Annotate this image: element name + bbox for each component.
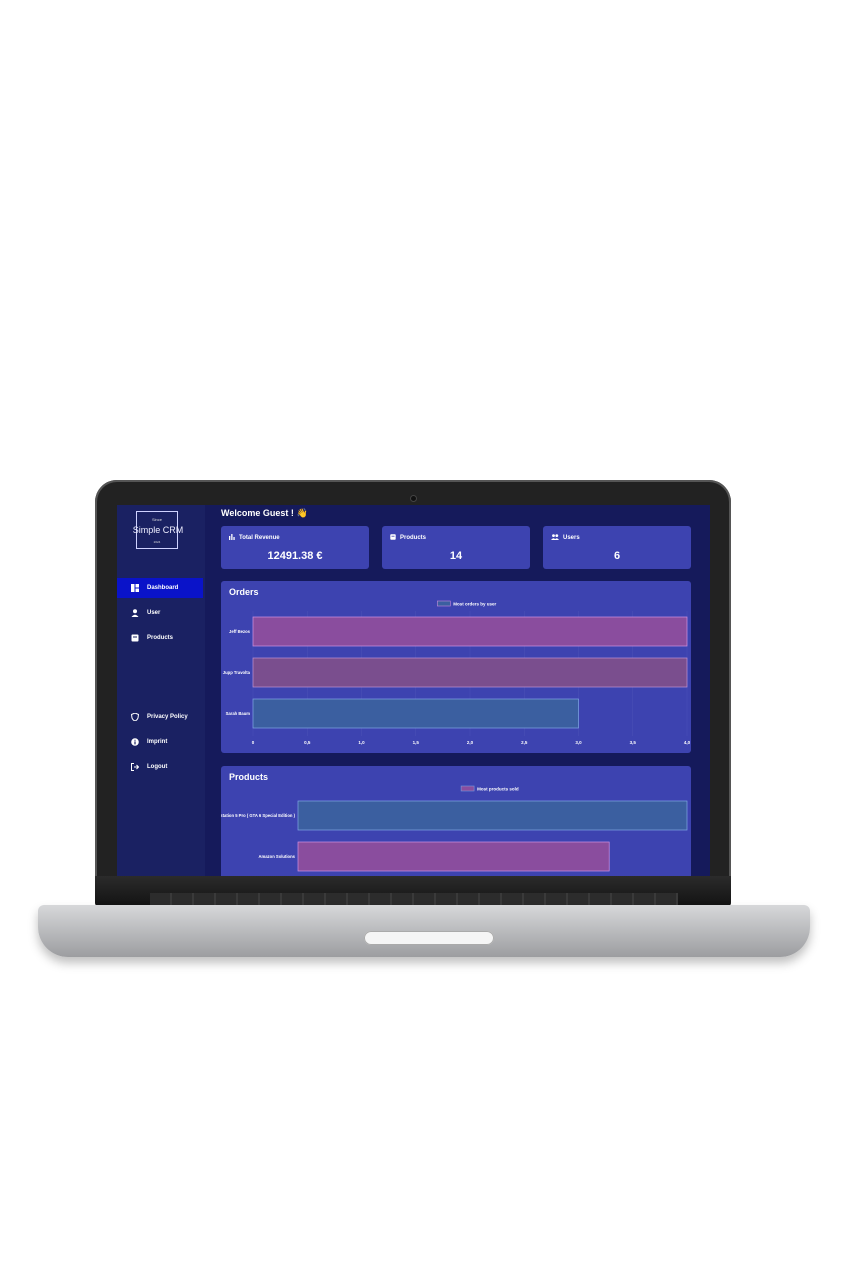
sidebar: Since Simple CRM 2024 Dashboard User Pro…: [117, 505, 205, 877]
logout-icon: [131, 763, 139, 771]
logo-title: Simple CRM: [132, 525, 184, 535]
camera: [411, 496, 416, 501]
group-icon: [551, 534, 559, 542]
products-chart: Most products sold Playstation 5 Pro ( GT…: [221, 785, 688, 872]
x-tick-label: 2,0: [467, 740, 474, 745]
info-icon: [131, 738, 139, 746]
sidebar-item-label: Imprint: [147, 739, 168, 745]
legend-swatch: [460, 785, 475, 792]
app-logo: Since Simple CRM 2024: [133, 511, 183, 549]
sidebar-item-imprint[interactable]: Imprint: [117, 732, 203, 752]
logo-since: Since: [151, 517, 162, 522]
sidebar-item-logout[interactable]: Logout: [117, 757, 203, 777]
bar: [252, 657, 688, 688]
y-category-label: Playstation 5 Pro ( GTA 6 Special Editio…: [221, 813, 296, 818]
y-category-label: Jeff Bezos: [229, 629, 251, 634]
orders-panel: Orders Most orders by user 0 0,5 1,0 1,5 2,0 2…: [221, 581, 691, 753]
bar: [252, 698, 579, 729]
bar: [297, 841, 610, 872]
legend-label: Most products sold: [477, 787, 519, 792]
y-category-label: Amazon Solutions: [258, 854, 295, 859]
sidebar-item-label: Products: [147, 635, 174, 641]
stat-card-products: Products 14: [382, 526, 530, 569]
welcome-heading: Welcome Guest ! 👋: [221, 508, 308, 519]
screen: Since Simple CRM 2024 Dashboard User Pro…: [117, 505, 710, 877]
dashboard-icon: [131, 584, 139, 592]
x-tick-label: 3,0: [575, 740, 582, 745]
x-tick-label: 0: [252, 740, 255, 745]
stat-card-total-revenue: Total Revenue 12491.38 €: [221, 526, 369, 569]
y-category-label: Sarah Baum: [226, 711, 251, 716]
products-panel: Products Most products soldPlaystation 5…: [221, 766, 691, 877]
x-tick-label: 3,5: [630, 740, 637, 745]
bar-chart-icon: [229, 534, 235, 542]
bar: [252, 616, 688, 647]
stat-label: Users: [563, 535, 580, 541]
stat-value: 14: [449, 550, 463, 562]
sidebar-item-label: Logout: [147, 764, 168, 770]
bar: [297, 800, 688, 831]
x-tick-label: 2,5: [521, 740, 528, 745]
x-tick-label: 1,5: [413, 740, 420, 745]
laptop-lid: Since Simple CRM 2024 Dashboard User Pro…: [95, 480, 731, 908]
x-tick-label: 4,0: [684, 740, 691, 745]
stat-value: 12491.38 €: [267, 550, 323, 562]
shield-icon: [131, 713, 139, 721]
products-icon: [131, 634, 139, 642]
wave-emoji: 👋: [296, 508, 309, 518]
sidebar-item-dashboard[interactable]: Dashboard: [117, 578, 203, 598]
user-icon: [131, 609, 139, 617]
laptop-notch: [364, 931, 494, 945]
sidebar-item-privacy-policy[interactable]: Privacy Policy: [117, 707, 203, 727]
sidebar-item-label: Privacy Policy: [147, 714, 188, 720]
sidebar-item-label: Dashboard: [147, 585, 179, 591]
logo-year: 2024: [153, 540, 161, 544]
stat-value: 6: [613, 550, 621, 562]
stat-label: Total Revenue: [239, 535, 280, 541]
laptop-base: [38, 905, 810, 957]
main-content: Welcome Guest ! 👋 Total Revenue 12491.38 …: [215, 505, 705, 877]
sidebar-item-label: User: [147, 610, 161, 616]
stat-card-users: Users 6: [543, 526, 691, 569]
y-category-label: Jupp Travolta: [223, 670, 251, 675]
x-tick-label: 0,5: [304, 740, 311, 745]
stat-label: Products: [400, 535, 427, 541]
clipboard-icon: [390, 534, 396, 542]
legend-label: Most orders by user: [453, 602, 496, 607]
sidebar-item-user[interactable]: User: [117, 603, 203, 623]
sidebar-item-products[interactable]: Products: [117, 628, 203, 648]
legend-swatch: [437, 600, 451, 607]
x-tick-label: 1,0: [358, 740, 365, 745]
orders-chart: Most orders by user 0 0,5 1,0 1,5 2,0 2,5 3,0 3,…: [223, 600, 691, 745]
welcome-text: Welcome Guest !: [221, 508, 294, 518]
